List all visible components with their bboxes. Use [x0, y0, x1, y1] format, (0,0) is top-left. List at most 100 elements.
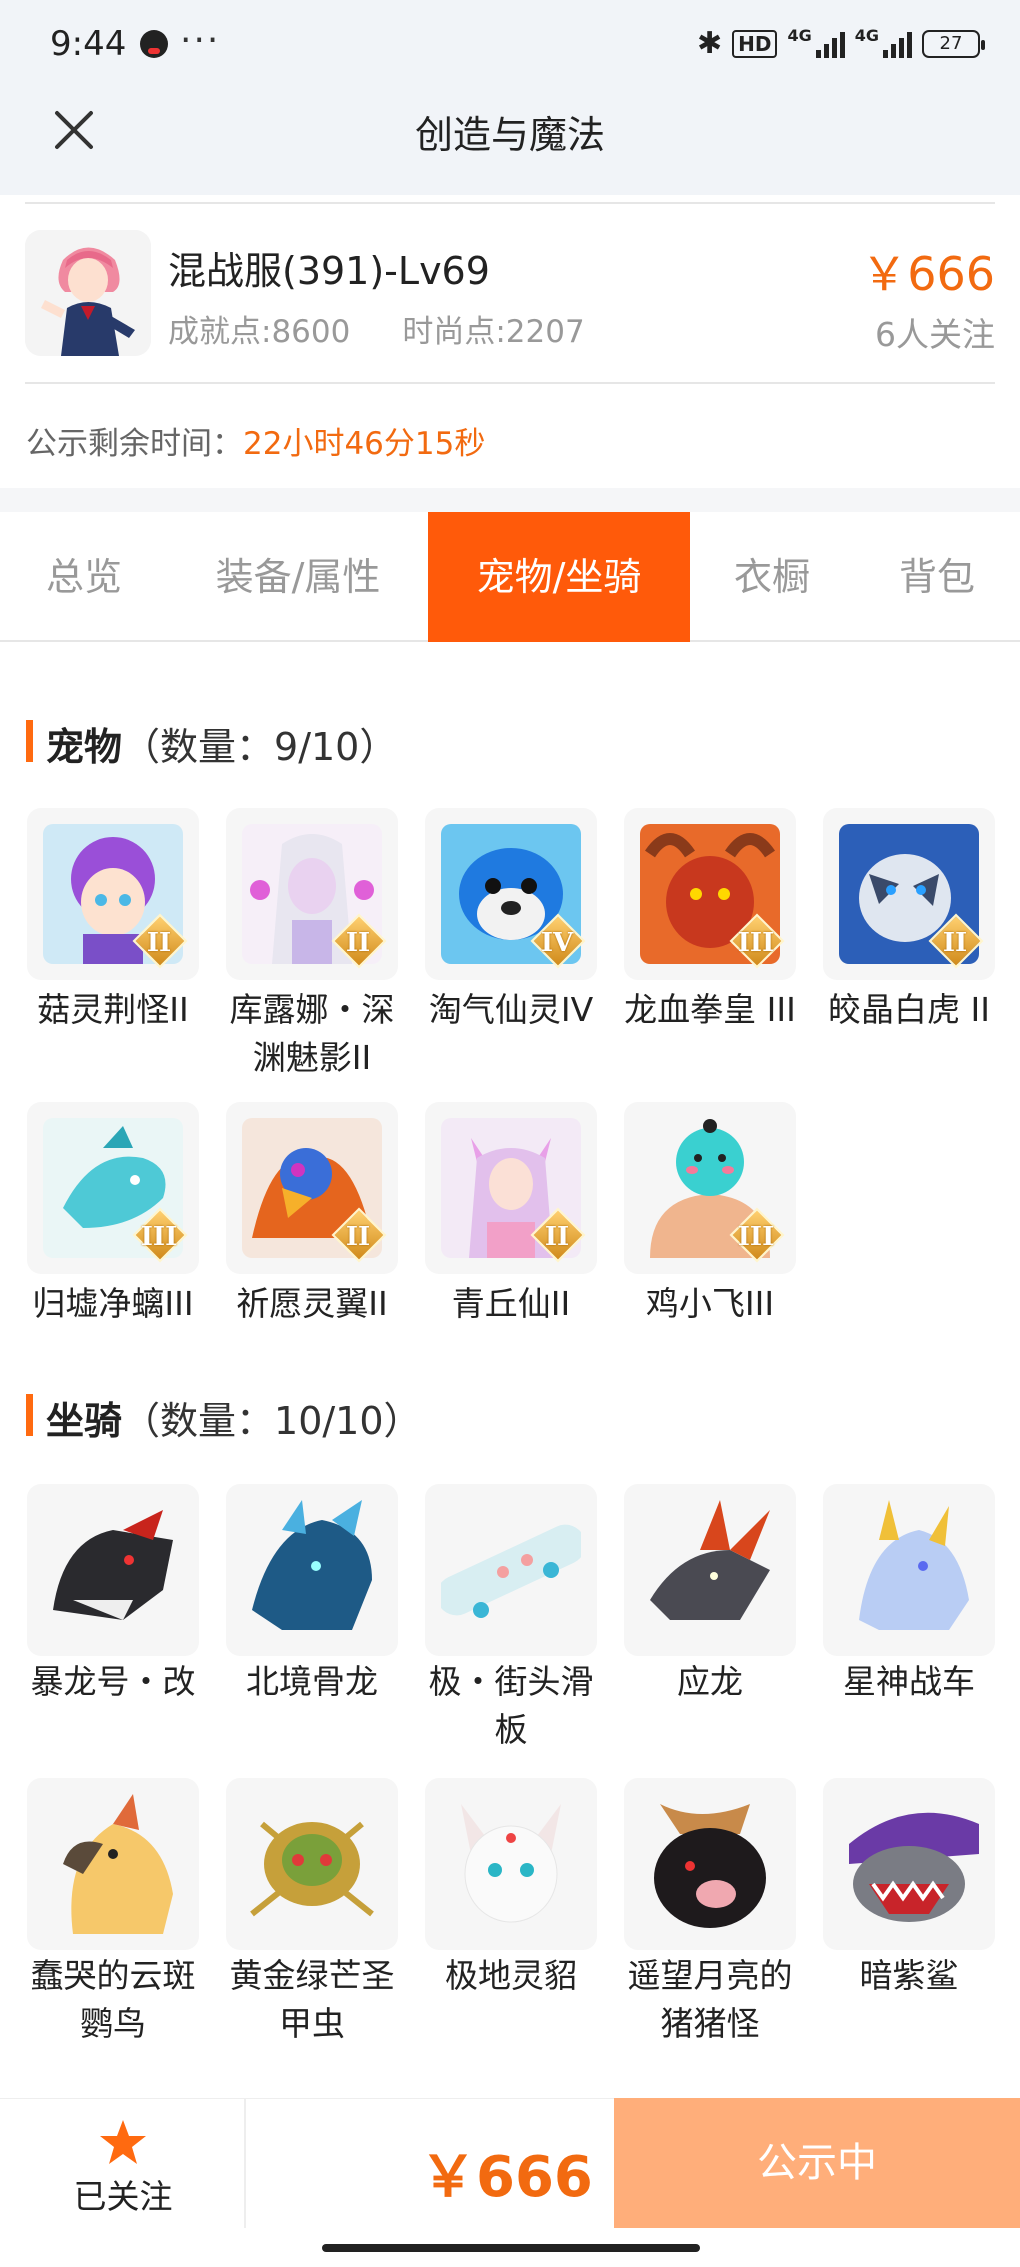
pet-card[interactable]: III	[27, 1102, 199, 1274]
pets-title: 宠物	[46, 725, 123, 769]
mount-name: 遥望月亮的猪猪怪	[627, 1956, 793, 2043]
tier-badge-text: II	[345, 928, 371, 958]
mount-card[interactable]	[823, 1484, 995, 1656]
divider	[25, 202, 995, 204]
star-icon[interactable]	[98, 2118, 148, 2168]
mount-name: 蠢哭的云斑鹦鸟	[30, 1956, 196, 2043]
mount-name: 黄金绿芒圣甲虫	[229, 1956, 395, 2043]
pet-name: 菇灵荆怪II	[37, 990, 189, 1029]
tab-pets-mounts[interactable]: 宠物/坐骑	[428, 512, 690, 642]
pet-card[interactable]: IV	[425, 808, 597, 980]
pet-name: 青丘仙II	[451, 1284, 571, 1323]
signal-icon-2	[883, 30, 912, 58]
mount-name: 北境骨龙	[246, 1662, 378, 1701]
mount-name: 星神战车	[843, 1662, 975, 1701]
account-price: ￥666	[861, 247, 995, 301]
tab-equipment[interactable]: 装备/属性	[168, 512, 428, 642]
network-label-1: 4G	[787, 26, 812, 45]
pet-name: 归墟净螭III	[32, 1284, 194, 1323]
pet-card[interactable]: II	[226, 808, 398, 980]
tier-badge-text: III	[737, 928, 775, 958]
signal-icon-1	[815, 30, 845, 58]
qq-icon	[140, 30, 168, 58]
mount-image	[43, 1794, 183, 1934]
tier-badge-text: III	[737, 1222, 775, 1252]
status-time: 9:44	[50, 24, 127, 64]
mounts-title: 坐骑	[46, 1399, 123, 1443]
mount-card[interactable]	[425, 1778, 597, 1950]
pet-card[interactable]: II	[226, 1102, 398, 1274]
tab-backpack[interactable]: 背包	[854, 512, 1020, 642]
pets-count: （数量：9/10）	[122, 725, 398, 769]
divider	[244, 2098, 246, 2228]
pet-name: 龙血拳皇 III	[624, 990, 796, 1029]
bluetooth-icon: ✱	[696, 26, 723, 61]
mount-image	[839, 1794, 979, 1934]
fashion-points: 时尚点:2207	[402, 314, 585, 350]
account-stats: 成就点:8600 时尚点:2207	[168, 306, 637, 351]
tab-bar: 总览 装备/属性 宠物/坐骑 衣橱 背包	[0, 512, 1020, 642]
pet-name: 淘气仙灵IV	[428, 990, 594, 1029]
pet-name: 祈愿灵翼II	[236, 1284, 388, 1323]
section-gap	[0, 488, 1020, 512]
mount-image	[839, 1500, 979, 1640]
more-notifications-icon: ···	[180, 20, 221, 61]
mount-card[interactable]	[226, 1484, 398, 1656]
mount-card[interactable]	[27, 1484, 199, 1656]
public-status-button[interactable]: 公示中	[614, 2098, 1020, 2228]
mount-card[interactable]	[624, 1778, 796, 1950]
mount-name: 暗紫鲨	[859, 1956, 959, 1995]
mount-card[interactable]	[27, 1778, 199, 1950]
account-avatar[interactable]	[25, 230, 151, 356]
hd-icon: HD	[732, 29, 778, 58]
mount-card[interactable]	[425, 1484, 597, 1656]
mount-image	[640, 1500, 780, 1640]
mount-image	[242, 1794, 382, 1934]
mounts-count: （数量：10/10）	[122, 1399, 422, 1443]
tier-badge-text: III	[140, 1222, 178, 1252]
home-indicator[interactable]	[322, 2244, 700, 2252]
pet-card[interactable]: III	[624, 808, 796, 980]
account-name: 混战服(391)-Lv69	[168, 249, 490, 293]
mount-name: 极・街头滑板	[428, 1662, 594, 1749]
mount-image	[441, 1500, 581, 1640]
timer-value: 22小时46分15秒	[243, 426, 486, 462]
bottom-price: ￥666	[420, 2145, 593, 2210]
mount-card[interactable]	[624, 1484, 796, 1656]
page-title: 创造与魔法	[414, 113, 605, 157]
pet-name: 鸡小飞III	[645, 1284, 775, 1323]
mount-image	[43, 1500, 183, 1640]
network-label-2: 4G	[854, 26, 879, 45]
mount-image	[441, 1794, 581, 1934]
tab-wardrobe[interactable]: 衣橱	[690, 512, 854, 642]
status-bar: 9:44 ··· ✱ HD 4G 4G 27	[0, 0, 1020, 90]
public-timer: 公示剩余时间：22小时46分15秒	[26, 418, 485, 463]
timer-label: 公示剩余时间：	[26, 426, 243, 462]
mount-image	[242, 1500, 382, 1640]
pet-name: 库露娜・深渊魅影II	[229, 990, 395, 1077]
tier-badge-text: II	[544, 1222, 570, 1252]
pet-card[interactable]: II	[27, 808, 199, 980]
mount-name: 暴龙号・改	[30, 1662, 196, 1701]
followed-label[interactable]: 已关注	[60, 2170, 186, 2218]
mount-card[interactable]	[823, 1778, 995, 1950]
pet-card[interactable]: II	[823, 808, 995, 980]
mount-image	[640, 1794, 780, 1934]
pet-name: 皎晶白虎 II	[828, 990, 990, 1029]
mount-name: 应龙	[677, 1662, 743, 1701]
mounts-section-title: 坐骑（数量：10/10）	[26, 1390, 422, 1445]
tier-badge-text: II	[942, 928, 968, 958]
follower-count: 6人关注	[875, 315, 995, 354]
status-icons: ✱ HD 4G 4G 27	[696, 26, 985, 61]
pet-card[interactable]: II	[425, 1102, 597, 1274]
pets-section-title: 宠物（数量：9/10）	[26, 716, 397, 771]
achievement-points: 成就点:8600	[168, 314, 351, 350]
tier-badge-text: IV	[540, 928, 574, 958]
mount-card[interactable]	[226, 1778, 398, 1950]
divider	[25, 382, 995, 384]
mount-name: 极地灵貂	[445, 1956, 577, 1995]
pet-card[interactable]: III	[624, 1102, 796, 1274]
tier-badge-text: II	[146, 928, 172, 958]
tab-overview[interactable]: 总览	[0, 512, 168, 642]
tier-badge-text: II	[345, 1222, 371, 1252]
